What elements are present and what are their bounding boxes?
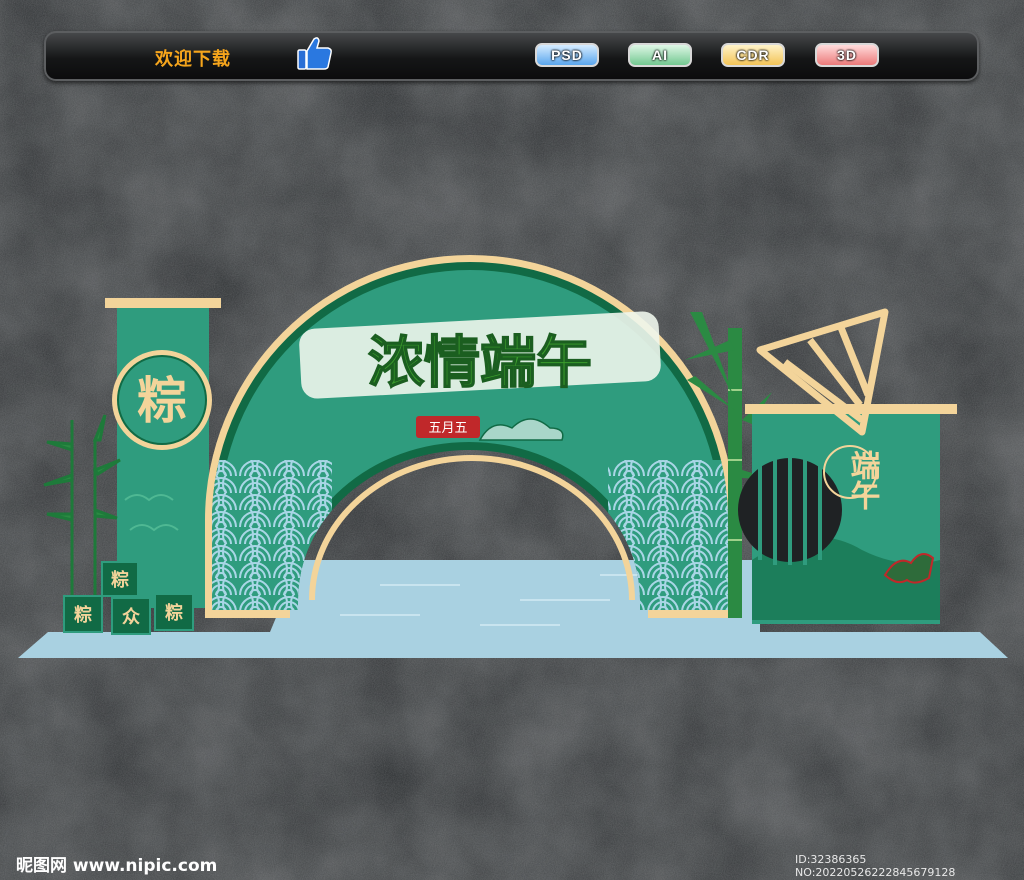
image-id-text: ID:32386365 NO:20220526222845679128 bbox=[795, 853, 956, 879]
main-title: 浓情端午 bbox=[368, 331, 592, 396]
box-left-char: 粽 bbox=[74, 604, 92, 626]
box-mid-char: 众 bbox=[122, 606, 140, 628]
box-top-char: 粽 bbox=[111, 569, 129, 591]
watermark-text: 昵图网 www.nipic.com bbox=[16, 856, 218, 876]
box-right-char: 粽 bbox=[165, 602, 183, 624]
right-panel-text: 端午 bbox=[845, 450, 881, 510]
dragon-boat-arch-artwork: 浓情端午 五月五 粽 粽 粽 众 粽 端午 bbox=[18, 255, 1008, 658]
date-tag: 五月五 bbox=[428, 421, 467, 436]
right-panel: 端午 bbox=[738, 404, 957, 624]
left-medallion-char: 粽 bbox=[137, 371, 187, 430]
